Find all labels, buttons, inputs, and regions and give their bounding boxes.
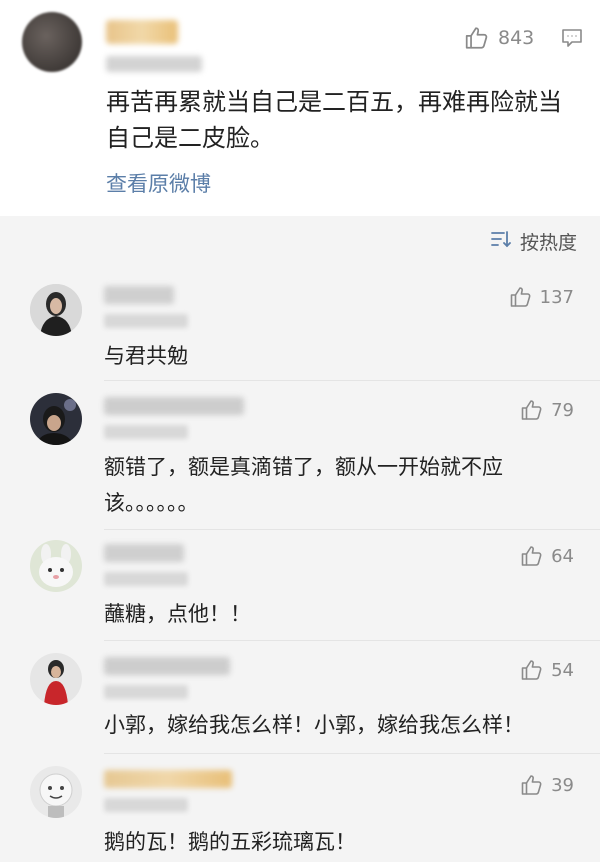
commenter-avatar[interactable] [30,766,82,818]
comment-text: 小郭，嫁给我怎么样！小郭，嫁给我怎么样！ [104,713,524,737]
comment-time-blurred [104,314,188,328]
comment-item: 39 鹅的瓦！鹅的五彩琉璃瓦！ [0,754,600,862]
comment-text: 鹅的瓦！鹅的五彩琉璃瓦！ [104,830,356,854]
post-text-line-2: 自己是二皮脸。 [106,124,274,152]
commenter-name-blurred[interactable] [104,397,244,415]
comment-like-count: 64 [551,545,574,567]
post-text-line-1: 再苦再累就当自己是二百五，再难再险就当 [106,88,562,116]
thumbs-up-icon [520,773,544,797]
comment-like-button[interactable]: 137 [509,284,574,310]
comment-time-blurred [104,572,188,586]
thumbs-up-icon [520,544,544,568]
original-post: 843 再苦再累就当自己是二百五，再难再险就当 自己是二皮脸。 查看原微博 [0,0,600,216]
comment-text: 额错了，额是真滴错了，额从一开始就不应 该。。。。。。 [104,449,574,521]
post-like-count: 843 [498,27,535,49]
commenter-name-blurred[interactable] [104,544,184,562]
commenter-name-blurred[interactable] [104,770,232,788]
thumbs-up-icon [520,658,544,682]
comment-time-blurred [104,425,188,439]
comment-time-blurred [104,798,188,812]
commenter-name-blurred[interactable] [104,657,230,675]
comment-like-button[interactable]: 64 [520,543,574,569]
comment-like-count: 54 [551,659,574,681]
commenter-name-blurred[interactable] [104,286,174,304]
sort-label: 按热度 [520,231,578,254]
comment-item: 64 蘸糖，点他！！ [0,530,600,640]
thumbs-up-icon [520,398,544,422]
thumbs-up-icon [509,285,533,309]
comment-like-count: 137 [539,286,574,308]
comment-like-count: 39 [551,774,574,796]
post-like-button[interactable]: 843 [464,24,534,52]
comment-item: 54 小郭，嫁给我怎么样！小郭，嫁给我怎么样！ [0,641,600,753]
comment-time-blurred [104,685,188,699]
commenter-avatar[interactable] [30,393,82,445]
comment-text-line-2: 该。。。。。。 [104,491,199,515]
post-avatar[interactable] [22,12,82,72]
comment-like-count: 79 [551,399,574,421]
comment-text: 与君共勉 [104,344,188,368]
post-timestamp-blurred [106,56,202,72]
view-original-link[interactable]: 查看原微博 [106,168,211,198]
commenter-avatar[interactable] [30,653,82,705]
comment-text: 蘸糖，点他！！ [104,602,251,626]
comment-icon[interactable] [560,26,584,50]
thumbs-up-icon [464,25,490,51]
post-username-blurred[interactable] [106,20,178,44]
commenter-avatar[interactable] [30,284,82,336]
post-text: 再苦再累就当自己是二百五，再难再险就当 自己是二皮脸。 [106,84,576,156]
commenter-avatar[interactable] [30,540,82,592]
comment-like-button[interactable]: 79 [520,397,574,423]
comment-item: 79 额错了，额是真滴错了，额从一开始就不应 该。。。。。。 [0,381,600,529]
comment-like-button[interactable]: 54 [520,657,574,683]
comment-like-button[interactable]: 39 [520,772,574,798]
comment-text-line-1: 额错了，额是真滴错了，额从一开始就不应 [104,455,503,479]
comment-item: 137 与君共勉 [0,272,600,380]
sort-icon [490,229,512,254]
sort-by-heat-button[interactable]: 按热度 [490,228,577,254]
